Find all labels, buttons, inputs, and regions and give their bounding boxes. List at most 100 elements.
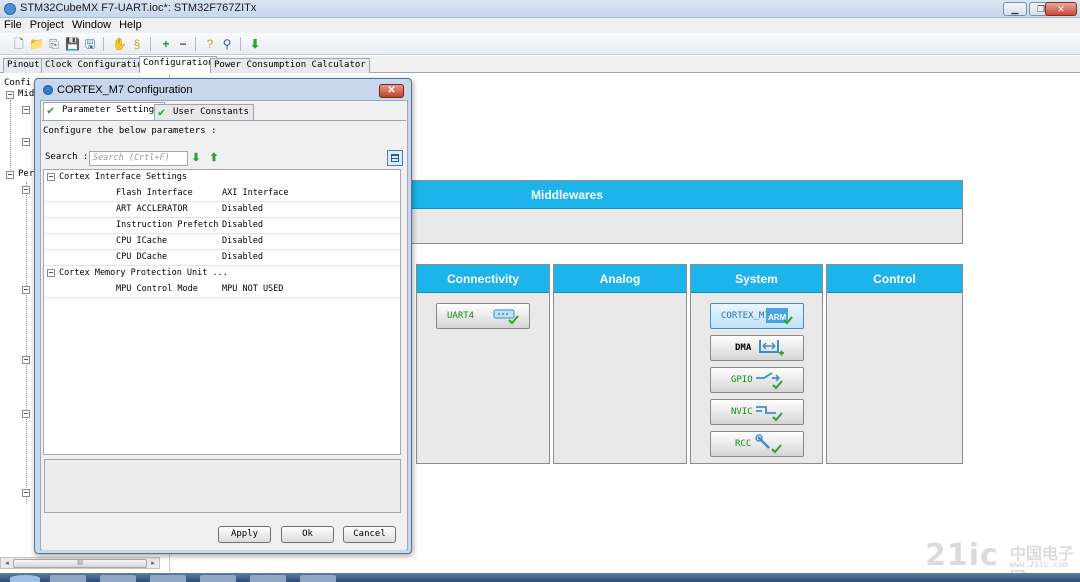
group-cortex-interface-settings[interactable]: − Cortex Interface Settings <box>44 170 400 186</box>
menu-file[interactable]: File <box>0 18 26 31</box>
toolbar: 🗋 📁 ⎘ 💾 🖫 ✋ § + − ? ⚲ ⬇ <box>0 33 1080 55</box>
collapse-icon[interactable]: − <box>22 410 30 418</box>
search-next-icon[interactable]: ⬇ <box>190 152 202 164</box>
taskbar-app-icon[interactable] <box>150 575 186 582</box>
scroll-right-icon[interactable]: ▸ <box>148 559 158 568</box>
collapse-icon[interactable]: − <box>22 106 30 114</box>
param-value[interactable]: AXI Interface <box>222 186 289 201</box>
new-project-icon[interactable]: 🗋 <box>12 37 26 51</box>
arm-chip-icon: ARM <box>766 308 793 325</box>
copy-icon[interactable]: ⎘ <box>47 37 61 51</box>
nvic-button[interactable]: NVIC <box>710 399 804 425</box>
minimize-button[interactable]: ▁ <box>1003 2 1027 16</box>
tab-pinout[interactable]: Pinout <box>3 58 44 73</box>
zoom-in-icon[interactable]: + <box>159 37 173 51</box>
cancel-button[interactable]: Cancel <box>343 526 396 543</box>
group-title: Cortex Memory Protection Unit ... <box>59 268 228 278</box>
table-row[interactable]: Flash Interface AXI Interface <box>44 186 400 202</box>
menu-project[interactable]: Project <box>26 18 68 31</box>
tab-label: Parameter Settings <box>62 105 160 115</box>
menu-window[interactable]: Window <box>68 18 115 31</box>
collapse-icon[interactable]: − <box>47 269 55 277</box>
collapse-icon[interactable]: − <box>22 186 30 194</box>
toolbar-separator <box>195 37 196 51</box>
collapse-icon[interactable]: − <box>6 91 14 99</box>
taskbar-app-icon[interactable] <box>200 575 236 582</box>
generate-code-icon[interactable]: § <box>130 37 144 51</box>
save-as-icon[interactable]: 🖫 <box>83 37 97 51</box>
table-row[interactable]: Instruction Prefetch Disabled <box>44 218 400 234</box>
gpio-button[interactable]: GPIO <box>710 367 804 393</box>
zoom-out-icon[interactable]: − <box>176 37 190 51</box>
collapse-icon[interactable]: − <box>22 286 30 294</box>
ok-button[interactable]: Ok <box>281 526 334 543</box>
tree-middlewares[interactable]: Mid <box>18 89 34 99</box>
cortex-m7-button[interactable]: CORTEX_M7 ARM <box>710 303 804 329</box>
tree-horizontal-scrollbar[interactable]: ◂ III ▸ <box>0 557 160 569</box>
about-icon[interactable]: ⚲ <box>220 37 234 51</box>
tab-user-constants[interactable]: ✔ User Constants <box>154 104 254 120</box>
table-row[interactable]: ART ACCLERATOR Disabled <box>44 202 400 218</box>
dialog-close-button[interactable]: ✕ <box>379 84 404 98</box>
uart-connector-icon <box>493 309 519 325</box>
tab-configuration[interactable]: Configuration <box>139 56 218 73</box>
search-previous-icon[interactable]: ⬆ <box>208 152 220 164</box>
download-update-icon[interactable]: ⬇ <box>248 37 262 51</box>
tree-line <box>10 100 11 174</box>
control-header: Control <box>827 265 962 293</box>
apply-button[interactable]: Apply <box>218 526 271 543</box>
taskbar-app-icon[interactable] <box>100 575 136 582</box>
collapse-icon[interactable]: − <box>47 173 55 181</box>
menu-help[interactable]: Help <box>115 18 146 31</box>
param-name: CPU DCache <box>116 252 168 262</box>
collapse-icon[interactable]: − <box>22 489 30 497</box>
dialog-title: CORTEX_M7 Configuration <box>57 84 193 96</box>
param-value[interactable]: Disabled <box>222 218 263 233</box>
group-cortex-memory-protection-unit[interactable]: − Cortex Memory Protection Unit ... <box>44 266 400 282</box>
uart4-button[interactable]: UART4 <box>436 303 530 329</box>
help-icon[interactable]: ? <box>203 37 217 51</box>
tab-clock-configuration[interactable]: Clock Configuration <box>41 58 152 73</box>
generate-report-icon[interactable]: ✋ <box>112 37 127 51</box>
rcc-button[interactable]: RCC <box>710 431 804 457</box>
collapse-icon[interactable]: − <box>22 356 30 364</box>
watermark-logo: 21ic <box>925 538 999 573</box>
dma-button[interactable]: DMA <box>710 335 804 361</box>
scrollbar-thumb[interactable]: III <box>13 559 147 568</box>
tab-label: User Constants <box>173 107 249 117</box>
param-value[interactable]: Disabled <box>222 250 263 265</box>
param-value[interactable]: Disabled <box>222 234 263 249</box>
app-icon <box>4 3 16 15</box>
save-icon[interactable]: 💾 <box>65 37 80 51</box>
scroll-left-icon[interactable]: ◂ <box>2 559 12 568</box>
nvic-label: NVIC <box>731 407 753 417</box>
window-title: STM32CubeMX F7-UART.ioc*: STM32F767ZITx <box>20 2 257 14</box>
tree-root[interactable]: Confi <box>4 78 31 88</box>
toggle-view-icon[interactable] <box>387 150 403 166</box>
param-value[interactable]: MPU NOT USED <box>222 282 283 297</box>
toolbar-separator <box>103 37 104 51</box>
open-folder-icon[interactable]: 📁 <box>29 37 44 51</box>
tab-power-consumption-calculator[interactable]: Power Consumption Calculator <box>210 58 370 73</box>
table-row[interactable]: MPU Control Mode MPU NOT USED <box>44 282 400 298</box>
search-input[interactable]: Search (Crtl+F) <box>89 151 188 166</box>
tree-line <box>26 182 27 504</box>
param-value[interactable]: Disabled <box>222 202 263 217</box>
taskbar-app-icon[interactable] <box>50 575 86 582</box>
control-panel: Control <box>826 264 963 464</box>
window-titlebar: STM32CubeMX F7-UART.ioc*: STM32F767ZITx … <box>0 0 1080 18</box>
connectivity-panel: Connectivity UART4 <box>416 264 550 464</box>
close-window-button[interactable]: ✕ <box>1045 2 1077 16</box>
table-row[interactable]: CPU DCache Disabled <box>44 250 400 266</box>
uart4-label: UART4 <box>447 311 475 321</box>
rcc-label: RCC <box>735 439 752 449</box>
os-taskbar <box>0 573 1080 582</box>
start-button-icon[interactable] <box>10 575 40 582</box>
tree-peripherals[interactable]: Per <box>18 169 34 179</box>
taskbar-app-icon[interactable] <box>300 575 336 582</box>
table-row[interactable]: CPU ICache Disabled <box>44 234 400 250</box>
tab-parameter-settings[interactable]: ✔ Parameter Settings <box>43 102 165 120</box>
collapse-icon[interactable]: − <box>22 138 30 146</box>
collapse-icon[interactable]: − <box>6 171 14 179</box>
taskbar-app-icon[interactable] <box>250 575 286 582</box>
